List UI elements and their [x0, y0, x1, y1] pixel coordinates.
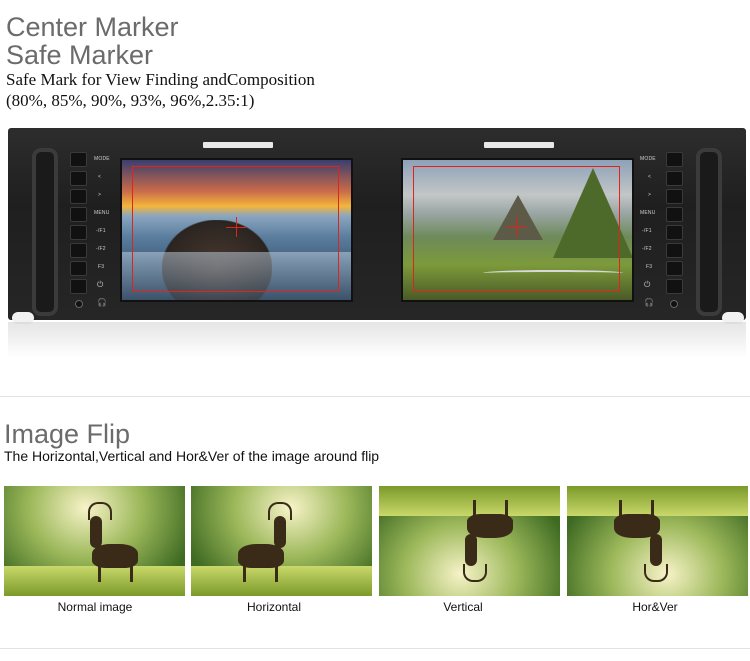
right-prev-button[interactable]: [666, 171, 683, 186]
left-f1-label: -/F1: [96, 228, 106, 234]
left-f2-label: -/F2: [96, 246, 106, 252]
deer-leg: [275, 566, 278, 582]
left-prev-button[interactable]: [70, 171, 87, 186]
right-center-marker-v: [517, 217, 518, 237]
grass: [379, 486, 560, 516]
deer-leg: [473, 500, 476, 516]
deer-neck: [90, 516, 102, 548]
section-divider: [0, 396, 750, 397]
left-f2-button[interactable]: [70, 243, 87, 258]
grass: [4, 566, 185, 596]
caption-hor-ver: Hor&Ver: [632, 600, 678, 614]
grass: [191, 566, 372, 596]
left-mode-button[interactable]: [70, 152, 87, 167]
right-next-button[interactable]: [666, 189, 683, 204]
left-f3-button[interactable]: [70, 261, 87, 276]
title-safe-marker: Safe Marker: [6, 40, 154, 70]
right-prev-label: <: [648, 174, 652, 180]
deer-neck: [650, 534, 662, 566]
left-menu-label: MENU: [94, 210, 110, 216]
grass: [567, 486, 748, 516]
deer-antlers: [88, 502, 112, 520]
headphone-icon: 🎧: [97, 298, 107, 307]
deer-leg: [619, 500, 622, 516]
flip-description: The Horizontal,Vertical and Hor&Ver of t…: [4, 448, 380, 464]
left-f3-label: F3: [98, 264, 105, 270]
deer-leg: [243, 566, 246, 582]
left-power-button[interactable]: [70, 279, 87, 294]
deer-leg: [505, 500, 508, 516]
top-slot-right: [484, 142, 554, 148]
right-f1-button[interactable]: [666, 225, 683, 240]
left-menu-button[interactable]: [70, 207, 87, 222]
deer-antlers: [463, 564, 487, 582]
left-f1-button[interactable]: [70, 225, 87, 240]
power-icon: ⏻: [644, 280, 651, 289]
caption-normal: Normal image: [57, 600, 133, 614]
right-jack-icon: [670, 300, 678, 308]
deer-leg: [98, 566, 101, 582]
title-center-marker: Center Marker: [6, 12, 179, 42]
flip-image-normal: [4, 486, 185, 596]
deer-neck: [465, 534, 477, 566]
rack-reflection: [8, 322, 746, 358]
flip-image-vertical: [379, 486, 560, 596]
right-menu-label: MENU: [640, 210, 656, 216]
deer-antlers: [644, 564, 668, 582]
left-next-label: >: [98, 192, 102, 198]
left-handle: [32, 148, 58, 316]
right-screen: [401, 158, 634, 302]
flip-image-hor-ver: [567, 486, 748, 596]
desc-line-2: (80%, 85%, 90%, 93%, 96%,2.35:1): [6, 91, 255, 110]
power-icon: ⏻: [97, 280, 104, 289]
right-handle: [696, 148, 722, 316]
headphone-icon: 🎧: [644, 298, 654, 307]
right-mode-label: MODE: [640, 156, 656, 162]
right-menu-button[interactable]: [666, 207, 683, 222]
right-power-button[interactable]: [666, 279, 683, 294]
left-prev-label: <: [98, 174, 102, 180]
caption-horizontal: Horizontal: [246, 600, 302, 614]
bottom-divider: [0, 648, 750, 649]
deer-body: [92, 544, 138, 568]
left-screen: [120, 158, 353, 302]
right-f1-label: -/F1: [642, 228, 652, 234]
deer-antlers: [268, 502, 292, 520]
right-mode-button[interactable]: [666, 152, 683, 167]
deer-leg: [130, 566, 133, 582]
title-image-flip: Image Flip: [4, 419, 131, 449]
flip-image-horizontal: [191, 486, 372, 596]
right-f2-button[interactable]: [666, 243, 683, 258]
top-slot-left: [203, 142, 273, 148]
right-f2-label: -/F2: [642, 246, 652, 252]
rack-monitor: MODE < > MENU -/F1 -/F2 F3 ⏻ 🎧 MODE < > …: [8, 128, 746, 320]
right-next-label: >: [648, 192, 652, 198]
left-next-button[interactable]: [70, 189, 87, 204]
desc-line-1: Safe Mark for View Finding andCompositio…: [6, 70, 315, 89]
right-f3-label: F3: [646, 264, 653, 270]
deer-leg: [651, 500, 654, 516]
right-f3-button[interactable]: [666, 261, 683, 276]
left-jack-icon: [75, 300, 83, 308]
caption-vertical: Vertical: [443, 600, 483, 614]
deer-neck: [274, 516, 286, 548]
left-center-marker-v: [236, 217, 237, 237]
left-mode-label: MODE: [94, 156, 110, 162]
